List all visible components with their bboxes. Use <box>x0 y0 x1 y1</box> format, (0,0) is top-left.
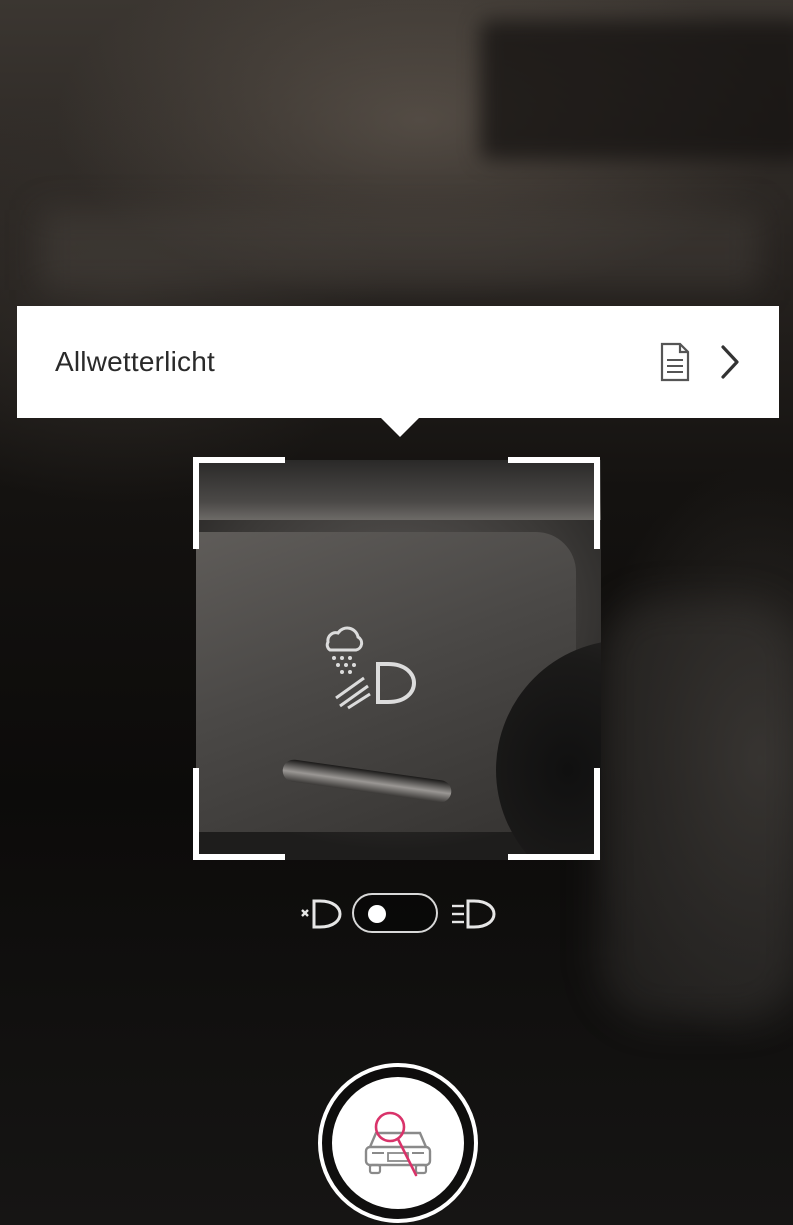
background-blur <box>480 20 793 160</box>
scan-button-face <box>332 1077 464 1209</box>
document-icon[interactable] <box>659 342 691 382</box>
headlight-on-icon <box>452 899 496 929</box>
light-toggle-switch[interactable] <box>352 893 438 933</box>
scan-button[interactable] <box>318 1063 478 1223</box>
camera-view: Allwetterlicht <box>0 0 793 1225</box>
all-weather-light-icon <box>325 626 417 710</box>
result-card[interactable]: Allwetterlicht <box>17 306 779 418</box>
toggle-knob <box>368 905 386 923</box>
headlight-off-icon <box>301 899 342 929</box>
scan-frame-corner <box>508 457 600 549</box>
car-search-icon <box>364 1111 432 1177</box>
result-title: Allwetterlicht <box>55 346 215 377</box>
scan-frame-corner <box>508 768 600 860</box>
light-toggle <box>300 893 500 935</box>
scan-frame-corner <box>193 768 285 860</box>
background-blur <box>600 600 793 1020</box>
background-blur <box>40 210 760 290</box>
scan-frame-corner <box>193 457 285 549</box>
chevron-right-icon[interactable] <box>719 344 741 380</box>
card-pointer <box>380 417 420 437</box>
